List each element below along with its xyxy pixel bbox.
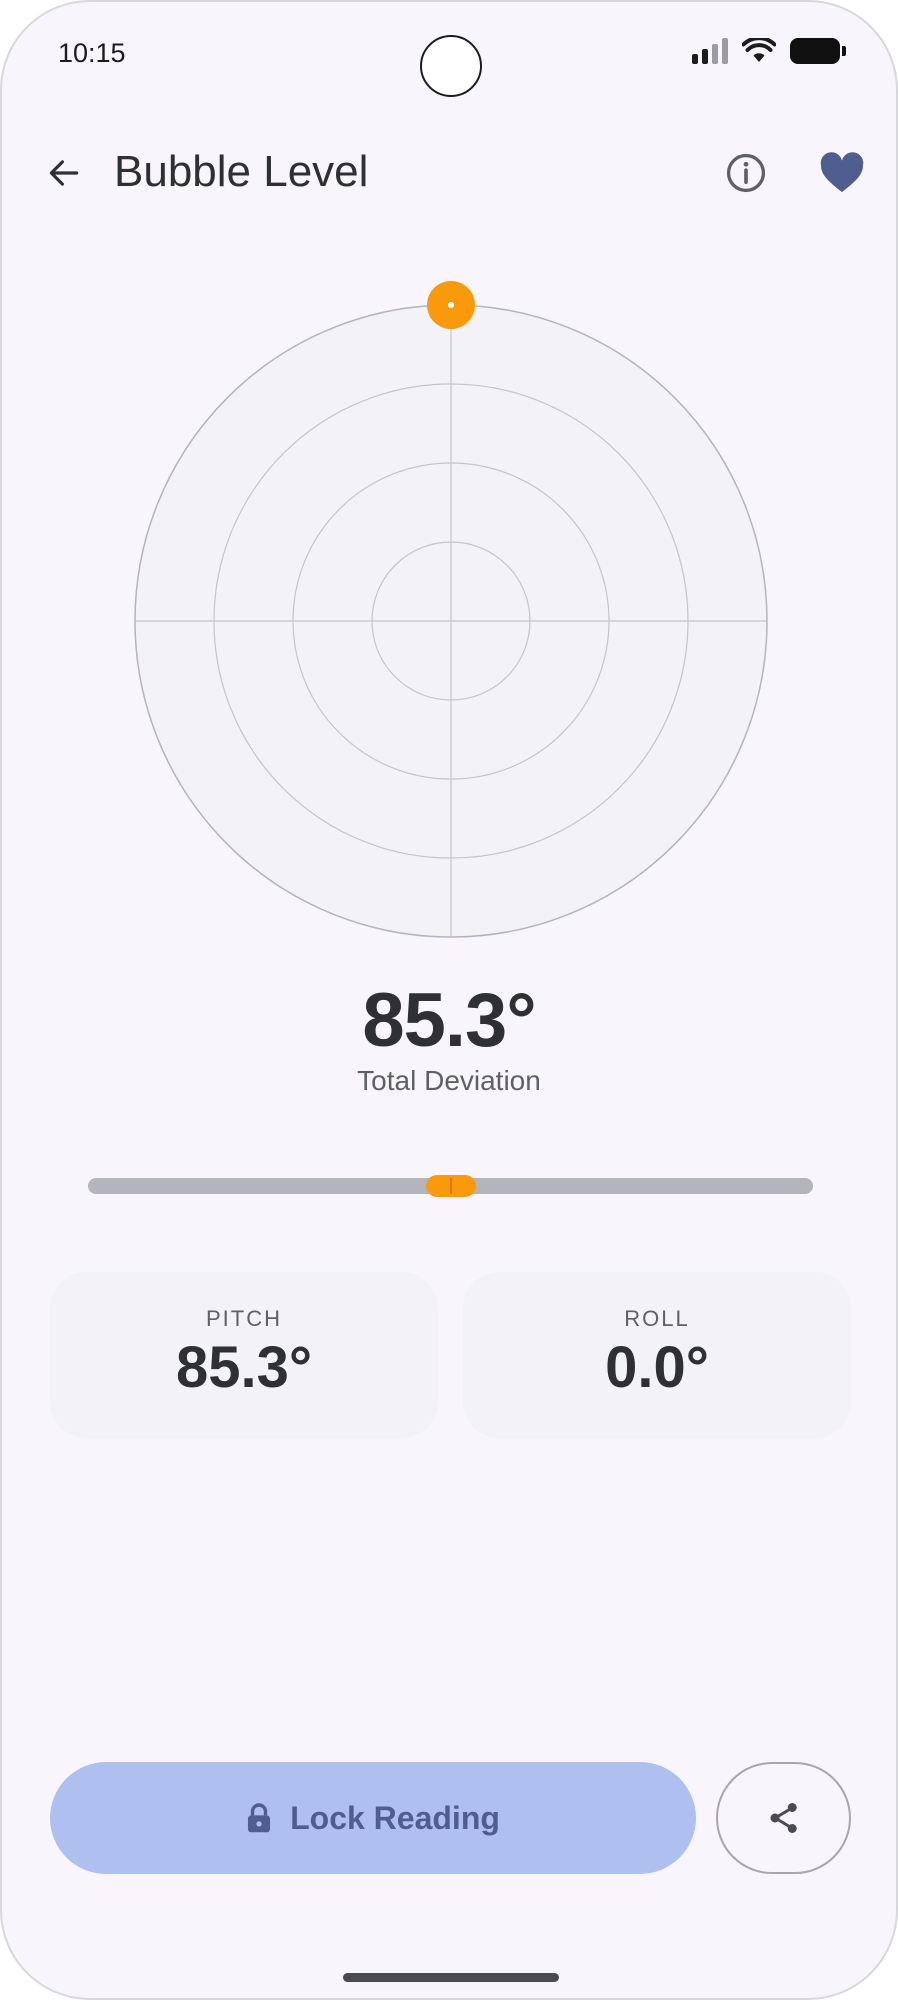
roll-card: ROLL 0.0° [463,1272,851,1438]
pitch-card: PITCH 85.3° [50,1272,438,1438]
app-bar: Bubble Level [2,136,896,210]
lock-icon [248,1803,271,1833]
arrow-left-icon [49,160,79,186]
info-button[interactable] [714,141,778,205]
home-indicator[interactable] [343,1973,559,1982]
total-deviation-value: 85.3° [362,978,536,1063]
heart-icon [820,152,864,193]
signal-icon [692,38,728,64]
status-icons [692,38,846,64]
back-button[interactable] [32,141,96,205]
lock-reading-label: Lock Reading [290,1799,500,1836]
share-icon [770,1803,797,1833]
wifi-icon [742,38,776,62]
bubble-level-dial[interactable] [122,272,780,952]
roll-value: 0.0° [605,1335,709,1400]
total-deviation-label: Total Deviation [357,1065,541,1096]
page-title: Bubble Level [114,147,369,196]
pitch-value: 85.3° [175,1335,313,1400]
info-icon [726,153,766,193]
battery-icon [790,38,846,64]
share-button[interactable] [716,1762,851,1874]
level-bubble [427,281,475,330]
status-time: 10:15 [58,38,126,68]
favorite-button[interactable] [810,141,874,205]
lock-reading-button[interactable]: Lock Reading [50,1762,696,1874]
camera-cutout [420,35,482,97]
level-rings [134,304,768,938]
pitch-label: PITCH [206,1306,282,1331]
phone-screen: 10:15 Bubble Level 85.3° Total Deviation… [0,0,898,2000]
roll-slider-thumb[interactable] [425,1175,476,1197]
roll-label: ROLL [624,1306,690,1331]
